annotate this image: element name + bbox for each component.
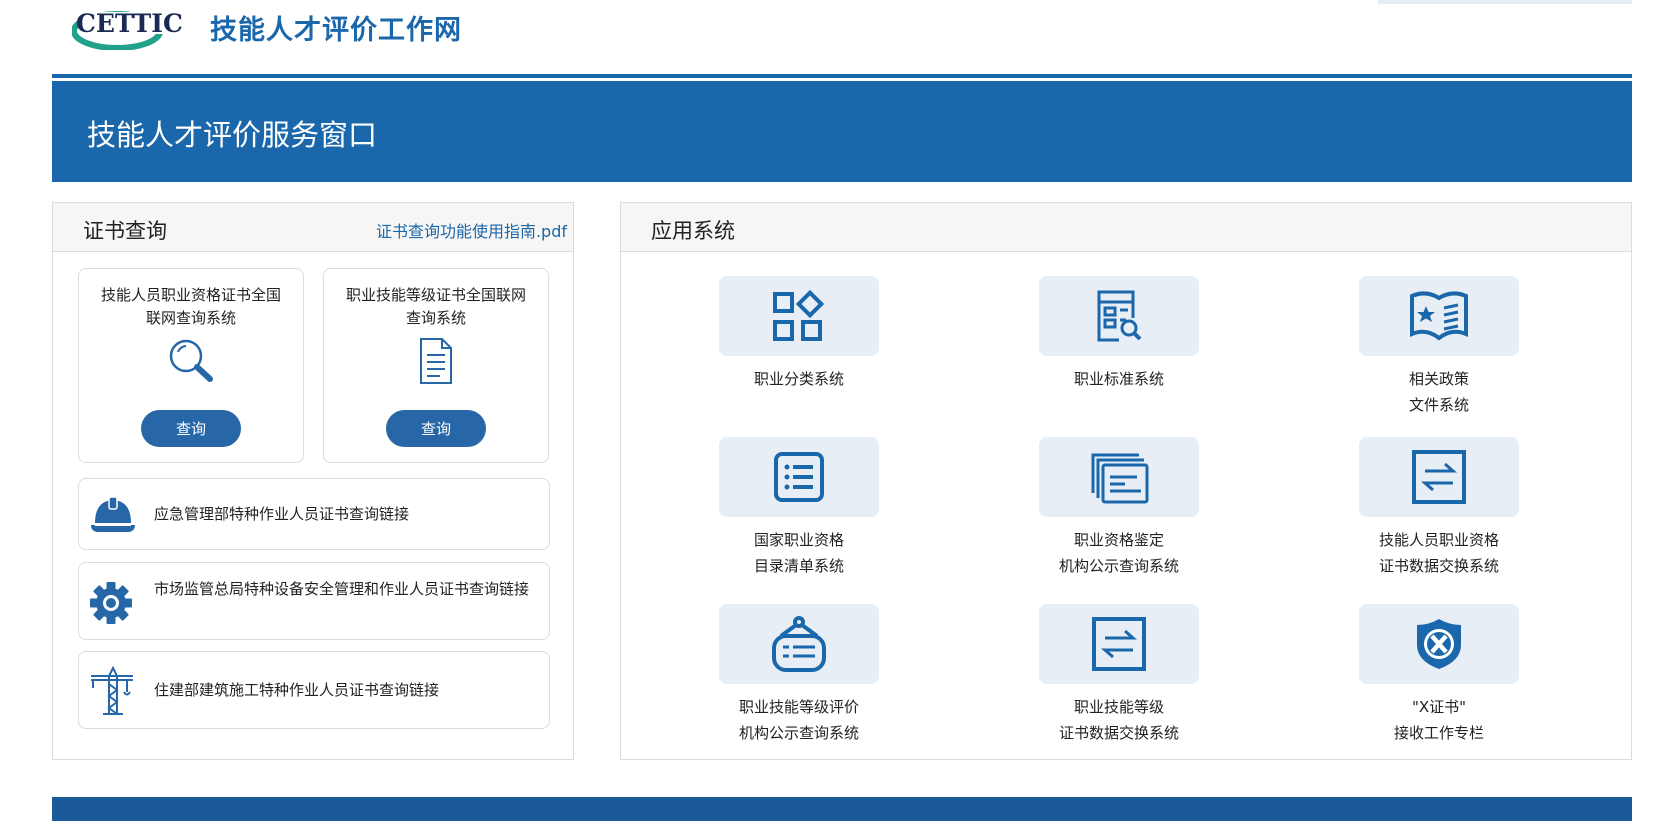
query-button[interactable]: 查询	[141, 410, 241, 447]
app-label-line: 职业分类系统	[753, 370, 844, 388]
app-label-line: 证书数据交换系统	[1058, 724, 1179, 742]
gear-icon	[90, 582, 132, 624]
app-label: 职业资格鉴定 机构公示查询系统	[1019, 527, 1219, 579]
app-label-line: 职业技能等级	[1073, 698, 1164, 716]
standard-search-icon	[1097, 290, 1142, 342]
card-title-line: 职业技能等级证书全国联网	[345, 286, 526, 304]
app-label: 职业技能等级评价 机构公示查询系统	[699, 694, 899, 746]
app-label-line: 机构公示查询系统	[1058, 557, 1179, 575]
app-qualification-data-exchange[interactable]: 技能人员职业资格 证书数据交换系统	[1339, 437, 1539, 579]
header-rule	[52, 74, 1632, 78]
document-icon	[420, 338, 452, 384]
banner-title: 技能人才评价服务窗口	[87, 118, 378, 152]
card-title: 职业技能等级证书全国联网 查询系统	[334, 284, 538, 330]
app-icon-box	[1039, 604, 1199, 684]
app-label-line: 文件系统	[1408, 396, 1469, 414]
app-skill-evaluation-institutions[interactable]: 职业技能等级评价 机构公示查询系统	[699, 604, 899, 746]
certificate-query-panel: 证书查询 证书查询功能使用指南.pdf 技能人员职业资格证书全国 联网查询系统 …	[52, 202, 574, 760]
search-icon	[169, 339, 213, 382]
card-title: 技能人员职业资格证书全国 联网查询系统	[89, 284, 293, 330]
app-icon-box	[1359, 437, 1519, 517]
app-label: 职业分类系统	[699, 366, 899, 392]
app-policy-documents[interactable]: 相关政策 文件系统	[1339, 276, 1539, 418]
application-systems-panel: 应用系统 职业分类系统 职业标准系统 相关政策 文件系统 国家职业资格 目录清单…	[620, 202, 1632, 760]
app-label-line: 接收工作专栏	[1393, 724, 1484, 742]
app-label: 相关政策 文件系统	[1339, 366, 1539, 418]
app-label: 职业标准系统	[1019, 366, 1219, 392]
app-label-line: 职业标准系统	[1073, 370, 1164, 388]
app-label-line: 证书数据交换系统	[1378, 557, 1499, 575]
app-skill-level-data-exchange[interactable]: 职业技能等级 证书数据交换系统	[1019, 604, 1219, 746]
app-occupational-standard[interactable]: 职业标准系统	[1019, 276, 1219, 392]
query-card-qualification: 技能人员职业资格证书全国 联网查询系统 查询	[78, 268, 304, 463]
app-label: 国家职业资格 目录清单系统	[699, 527, 899, 579]
query-button[interactable]: 查询	[386, 410, 486, 447]
app-icon-box	[719, 276, 879, 356]
app-label: "X证书" 接收工作专栏	[1339, 694, 1539, 746]
query-card-skill-level: 职业技能等级证书全国联网 查询系统 查询	[323, 268, 549, 463]
x-shield-icon	[1417, 619, 1461, 669]
panel-title: 证书查询	[83, 219, 167, 243]
banner: 技能人才评价服务窗口	[52, 81, 1632, 182]
app-icon-box	[1039, 437, 1199, 517]
top-strip	[1378, 0, 1632, 4]
guide-pdf-link[interactable]: 证书查询功能使用指南.pdf	[376, 218, 567, 242]
app-label-line: 职业资格鉴定	[1073, 531, 1164, 549]
app-label-line: 职业技能等级评价	[738, 698, 859, 716]
app-label-line: 国家职业资格	[753, 531, 844, 549]
app-x-certificate[interactable]: "X证书" 接收工作专栏	[1339, 604, 1539, 746]
link-market-supervision[interactable]: 市场监管总局特种设备安全管理和作业人员证书查询链接	[78, 562, 550, 640]
list-icon	[774, 452, 824, 502]
svg-text:CETTIC: CETTIC	[76, 9, 183, 38]
footer-bar	[52, 797, 1632, 821]
app-appraisal-institutions[interactable]: 职业资格鉴定 机构公示查询系统	[1019, 437, 1219, 579]
card-title-line: 技能人员职业资格证书全国	[100, 286, 281, 304]
app-qualification-catalog[interactable]: 国家职业资格 目录清单系统	[699, 437, 899, 579]
app-label: 职业技能等级 证书数据交换系统	[1019, 694, 1219, 746]
site-header: CETTIC 技能人才评价工作网	[0, 0, 1665, 70]
site-title: 技能人才评价工作网	[210, 15, 462, 46]
panel-header: 应用系统	[621, 203, 1631, 252]
app-icon-box	[1359, 276, 1519, 356]
cettic-logo[interactable]: CETTIC	[72, 4, 192, 50]
policy-book-icon	[1410, 291, 1468, 341]
app-label-line: 技能人员职业资格	[1378, 531, 1499, 549]
app-label-line: 目录清单系统	[753, 557, 844, 575]
link-text: 市场监管总局特种设备安全管理和作业人员证书查询链接	[154, 580, 530, 598]
panel-header: 证书查询 证书查询功能使用指南.pdf	[53, 203, 573, 252]
link-emergency-management[interactable]: 应急管理部特种作业人员证书查询链接	[78, 478, 550, 550]
app-label-line: 机构公示查询系统	[738, 724, 859, 742]
link-text: 应急管理部特种作业人员证书查询链接	[154, 505, 410, 523]
category-grid-icon	[773, 289, 825, 341]
app-icon-box	[719, 604, 879, 684]
app-label: 技能人员职业资格 证书数据交换系统	[1339, 527, 1539, 579]
app-icon-box	[1039, 276, 1199, 356]
app-icon-box	[1359, 604, 1519, 684]
exchange-icon	[1092, 617, 1146, 671]
panel-title: 应用系统	[651, 219, 735, 243]
card-title-line: 联网查询系统	[145, 309, 236, 327]
card-title-line: 查询系统	[405, 309, 466, 327]
safety-helmet-icon	[91, 496, 135, 532]
exchange-icon	[1412, 450, 1466, 504]
documents-stack-icon	[1091, 453, 1149, 504]
link-housing-construction[interactable]: 住建部建筑施工特种作业人员证书查询链接	[78, 651, 550, 729]
tower-crane-icon	[91, 666, 133, 715]
hanging-sign-icon	[772, 616, 826, 672]
app-occupational-classification[interactable]: 职业分类系统	[699, 276, 899, 392]
link-text: 住建部建筑施工特种作业人员证书查询链接	[154, 681, 440, 699]
app-label-line: 相关政策	[1408, 370, 1469, 388]
app-label-line: "X证书"	[1411, 698, 1467, 716]
app-icon-box	[719, 437, 879, 517]
